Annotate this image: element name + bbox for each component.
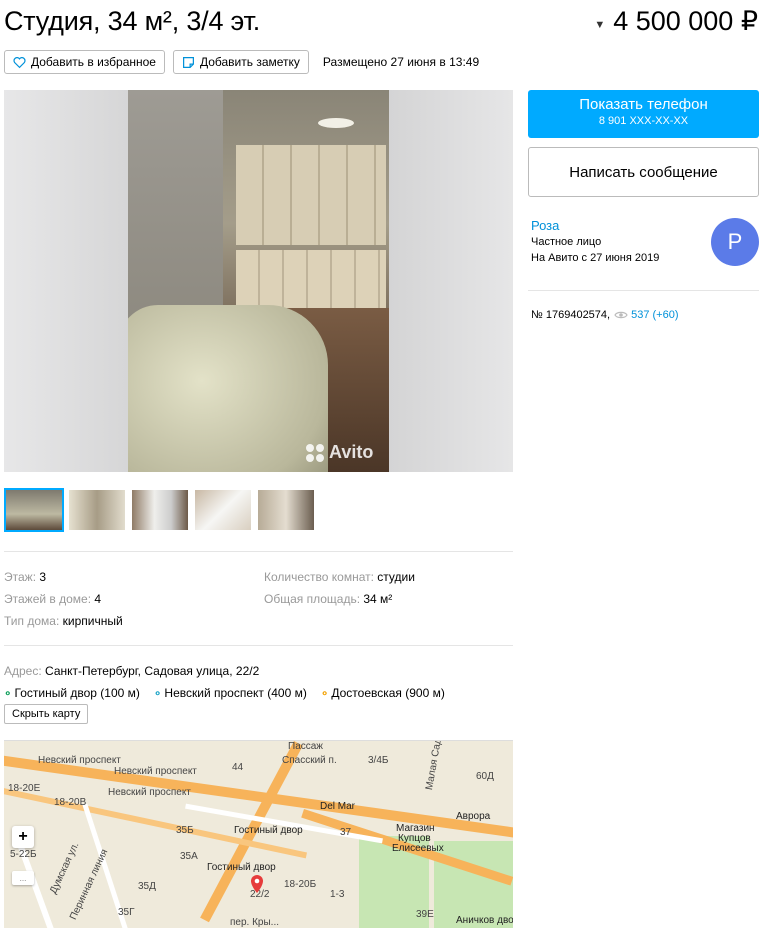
map-pin-icon <box>251 875 263 893</box>
note-label: Добавить заметку <box>199 55 300 69</box>
price-block: ▼ 4 500 000 ₽ <box>594 6 758 37</box>
metro-station: ∘ Достоевская (900 м) <box>320 686 445 700</box>
metro-icon: ∘ <box>320 686 329 700</box>
metro-station: ∘ Невский проспект (400 м) <box>153 686 307 700</box>
price: 4 500 000 ₽ <box>613 6 758 36</box>
metro-list: ∘ Гостиный двор (100 м) ∘ Невский проспект… <box>4 686 445 700</box>
thumbnail[interactable] <box>67 488 127 532</box>
phone-masked: 8 901 XXX-XX-XX <box>598 115 689 127</box>
note-icon <box>182 56 194 68</box>
param-area: Общая площадь: 34 м² <box>264 592 393 606</box>
heart-icon <box>13 56 26 68</box>
metro-icon: ∘ <box>153 686 162 700</box>
seller-type: Частное лицо <box>531 236 602 248</box>
gallery-blur-left <box>4 90 128 472</box>
seller-name-link[interactable]: Роза <box>531 218 559 233</box>
metro-icon: ∘ <box>4 686 12 700</box>
avatar[interactable]: Р <box>711 218 759 266</box>
divider <box>528 290 759 291</box>
main-photo-gallery[interactable]: Avito <box>4 90 513 472</box>
hide-map-button[interactable]: Скрыть карту <box>4 704 89 724</box>
main-photo[interactable] <box>128 90 389 472</box>
listing-title: Студия, 34 м², 3/4 эт. <box>4 6 261 36</box>
thumbnail[interactable] <box>4 488 64 532</box>
zoom-in-button[interactable]: + <box>12 826 34 848</box>
ad-info: № 1769402574, 537 (+60) <box>531 309 679 321</box>
favorite-label: Добавить в избранное <box>31 55 156 69</box>
gallery-blur-right <box>389 90 513 472</box>
add-to-favorites-button[interactable]: Добавить в избранное <box>4 50 165 74</box>
placed-date: Размещено 27 июня в 13:49 <box>322 55 480 69</box>
views-counter[interactable]: 537 (+60) <box>614 309 679 321</box>
add-note-button[interactable]: Добавить заметку <box>172 50 309 74</box>
zoom-slider[interactable]: ... <box>12 871 34 885</box>
param-floors: Этажей в доме: 4 <box>4 592 102 606</box>
seller-since: На Авито с 27 июня 2019 <box>531 252 660 264</box>
thumbnail[interactable] <box>193 488 253 532</box>
divider <box>4 551 513 552</box>
map[interactable]: Невский проспект Невский проспект Невски… <box>4 740 513 928</box>
metro-station: ∘ Гостиный двор (100 м) <box>4 686 140 700</box>
avito-logo-icon <box>306 443 324 462</box>
listing-actions: Добавить в избранное Добавить заметку Ра… <box>4 50 479 74</box>
param-floor: Этаж: 3 <box>4 570 47 584</box>
watermark-text: Avito <box>329 442 374 462</box>
show-phone-button[interactable]: Показать телефон 8 901 XXX-XX-XX <box>528 90 759 138</box>
chevron-down-icon[interactable]: ▼ <box>594 19 605 31</box>
thumbnail[interactable] <box>130 488 190 532</box>
param-rooms: Количество комнат: студии <box>264 570 415 584</box>
avito-watermark: Avito <box>306 442 373 463</box>
param-house-type: Тип дома: кирпичный <box>4 614 123 628</box>
address-value: Санкт-Петербург, Садовая улица, 22/2 <box>45 664 260 678</box>
divider <box>4 645 513 646</box>
address: Адрес: Санкт-Петербург, Садовая улица, 2… <box>4 664 260 678</box>
write-message-button[interactable]: Написать сообщение <box>528 147 759 197</box>
thumbnail[interactable] <box>256 488 316 532</box>
thumbnail-strip <box>4 488 316 532</box>
eye-icon <box>614 311 628 319</box>
show-phone-label: Показать телефон <box>579 96 708 113</box>
ad-number: № 1769402574, <box>531 309 611 321</box>
